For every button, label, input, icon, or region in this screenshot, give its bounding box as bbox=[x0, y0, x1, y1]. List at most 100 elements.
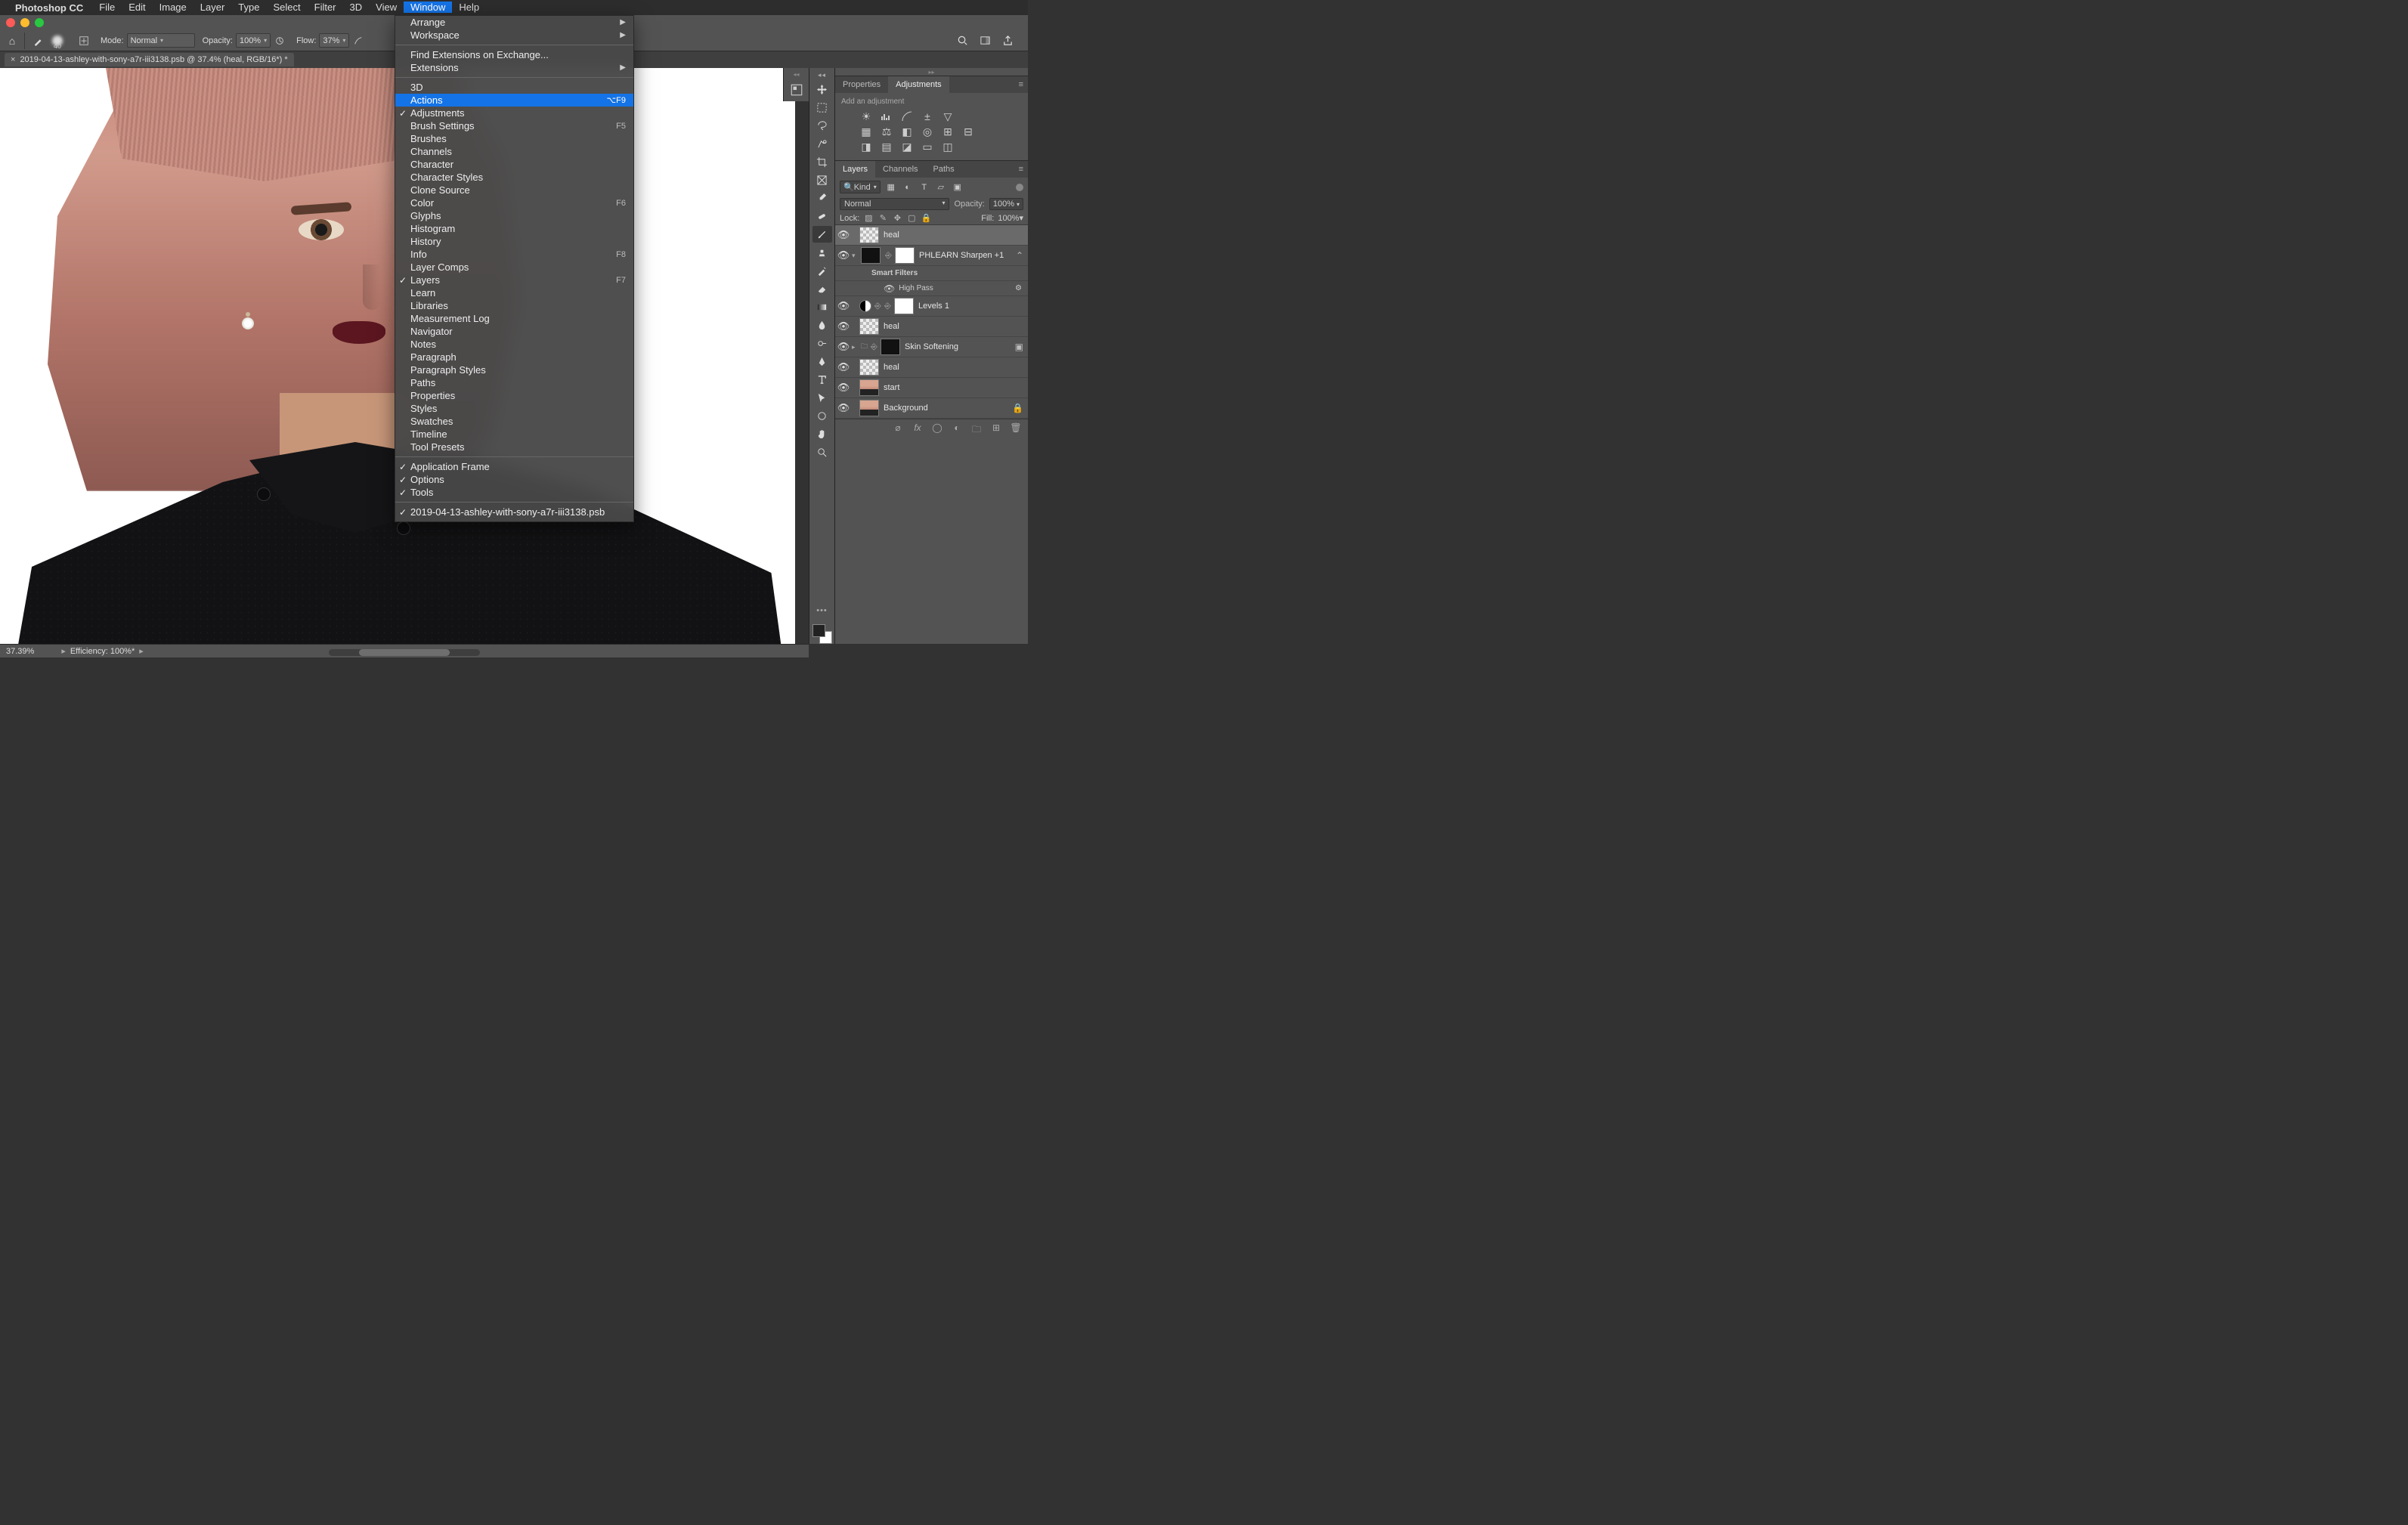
layer-row[interactable]: 👁⎆⎆Levels 1 bbox=[835, 296, 1028, 317]
menu-item-arrange[interactable]: Arrange▶ bbox=[395, 16, 633, 29]
channel-mixer-icon[interactable]: ⊞ bbox=[941, 125, 955, 138]
workspace-switcher-icon[interactable] bbox=[980, 35, 995, 46]
menu-item-measurement-log[interactable]: Measurement Log bbox=[395, 312, 633, 325]
layer-blend-mode[interactable]: Normal▾ bbox=[840, 198, 949, 210]
edit-toolbar-icon[interactable]: ••• bbox=[816, 606, 828, 615]
layer-name[interactable]: Background bbox=[884, 404, 1012, 413]
collapse-tools-icon[interactable]: ◂◂ bbox=[818, 71, 826, 79]
fill-value[interactable]: 100%▾ bbox=[998, 213, 1023, 223]
layer-mask-thumbnail[interactable] bbox=[881, 339, 900, 355]
layer-opacity-value[interactable]: 100%▾ bbox=[989, 198, 1023, 210]
collapse-panels-icon[interactable]: ▸▸ bbox=[835, 68, 1028, 76]
curves-icon[interactable] bbox=[900, 110, 914, 122]
menu-3d[interactable]: 3D bbox=[343, 2, 370, 13]
menu-item-application-frame[interactable]: ✓Application Frame bbox=[395, 460, 633, 473]
menu-item-brushes[interactable]: Brushes bbox=[395, 132, 633, 145]
blur-tool[interactable] bbox=[812, 317, 832, 333]
color-swatches[interactable] bbox=[812, 624, 832, 644]
share-icon[interactable] bbox=[1002, 35, 1017, 46]
minimize-window-button[interactable] bbox=[20, 18, 29, 27]
menu-window[interactable]: Window bbox=[404, 2, 452, 13]
brush-tool[interactable] bbox=[812, 226, 832, 243]
layer-mask-icon[interactable]: ◯ bbox=[931, 422, 943, 438]
balance-icon[interactable]: ⚖ bbox=[880, 125, 893, 138]
menu-item-actions[interactable]: Actions⌥F9 bbox=[395, 94, 633, 107]
lock-pixels-icon[interactable]: ✎ bbox=[877, 213, 888, 223]
posterize-icon[interactable]: ▤ bbox=[880, 141, 893, 153]
smart-object-collapse-icon[interactable]: ⌃ bbox=[1016, 250, 1023, 261]
filter-shape-icon[interactable]: ▱ bbox=[935, 182, 947, 192]
tab-adjustments[interactable]: Adjustments bbox=[888, 76, 949, 93]
path-select-tool[interactable] bbox=[812, 389, 832, 406]
menu-item-info[interactable]: InfoF8 bbox=[395, 248, 633, 261]
close-tab-icon[interactable]: × bbox=[11, 55, 15, 64]
layer-mask-thumbnail[interactable] bbox=[895, 247, 915, 264]
layer-fx-icon[interactable]: fx bbox=[912, 422, 924, 438]
filter-smart-icon[interactable]: ▣ bbox=[952, 182, 964, 192]
menu-item-histogram[interactable]: Histogram bbox=[395, 222, 633, 235]
hue-icon[interactable]: ▦ bbox=[859, 125, 873, 138]
filter-pixel-icon[interactable]: ▦ bbox=[885, 182, 897, 192]
levels-icon[interactable] bbox=[880, 110, 893, 122]
menu-item-workspace[interactable]: Workspace▶ bbox=[395, 29, 633, 42]
menu-item-swatches[interactable]: Swatches bbox=[395, 415, 633, 428]
layer-row[interactable]: 👁Background🔒 bbox=[835, 398, 1028, 419]
menu-item-color[interactable]: ColorF6 bbox=[395, 196, 633, 209]
menu-filter[interactable]: Filter bbox=[308, 2, 343, 13]
flow-dropdown[interactable]: 37%▾ bbox=[319, 33, 349, 48]
history-brush-tool[interactable] bbox=[812, 262, 832, 279]
menu-item-history[interactable]: History bbox=[395, 235, 633, 248]
clone-stamp-tool[interactable] bbox=[812, 244, 832, 261]
layer-name[interactable]: heal bbox=[884, 230, 1023, 240]
new-adjustment-icon[interactable]: ◐ bbox=[951, 422, 963, 438]
layer-thumbnail[interactable] bbox=[859, 227, 879, 243]
layer-fx-indicator[interactable]: ▣ bbox=[1015, 342, 1023, 352]
layer-thumbnail[interactable] bbox=[859, 379, 879, 396]
menu-item-libraries[interactable]: Libraries bbox=[395, 299, 633, 312]
menu-item-character-styles[interactable]: Character Styles bbox=[395, 171, 633, 184]
crop-tool[interactable] bbox=[812, 153, 832, 170]
layer-row[interactable]: 👁heal bbox=[835, 225, 1028, 246]
home-button[interactable]: ⌂ bbox=[5, 35, 20, 47]
menu-item-clone-source[interactable]: Clone Source bbox=[395, 184, 633, 196]
menu-item-layers[interactable]: ✓LayersF7 bbox=[395, 274, 633, 286]
gradient-map-icon[interactable]: ▭ bbox=[921, 141, 934, 153]
exposure-icon[interactable]: ± bbox=[921, 110, 934, 122]
marquee-tool[interactable] bbox=[812, 99, 832, 116]
zoom-tool[interactable] bbox=[812, 444, 832, 460]
blend-mode-dropdown[interactable]: Normal▾ bbox=[127, 33, 195, 48]
invert-icon[interactable]: ◨ bbox=[859, 141, 873, 153]
lock-position-icon[interactable]: ✥ bbox=[892, 213, 902, 223]
menu-file[interactable]: File bbox=[92, 2, 122, 13]
dodge-tool[interactable] bbox=[812, 335, 832, 351]
eyedropper-tool[interactable] bbox=[812, 190, 832, 206]
tool-preset-picker[interactable] bbox=[31, 33, 46, 48]
layer-disclosure-icon[interactable]: ▸ bbox=[852, 343, 859, 351]
menu-image[interactable]: Image bbox=[153, 2, 193, 13]
brightness-icon[interactable]: ☀ bbox=[859, 110, 873, 122]
layer-lock-icon[interactable]: 🔒 bbox=[1012, 403, 1023, 413]
layer-thumbnail[interactable] bbox=[859, 359, 879, 376]
layer-name[interactable]: Levels 1 bbox=[918, 302, 1023, 311]
delete-layer-icon[interactable]: 🗑 bbox=[1010, 422, 1022, 438]
layer-row[interactable]: 👁heal bbox=[835, 317, 1028, 337]
layer-disclosure-icon[interactable]: ▾ bbox=[852, 252, 859, 260]
color-lookup-icon[interactable]: ⊟ bbox=[961, 125, 975, 138]
menu-item-paths[interactable]: Paths bbox=[395, 376, 633, 389]
layer-mask-thumbnail[interactable] bbox=[894, 298, 914, 314]
layer-name[interactable]: PHLEARN Sharpen +1 bbox=[919, 251, 1016, 260]
document-tab[interactable]: × 2019-04-13-ashley-with-sony-a7r-iii313… bbox=[5, 53, 294, 67]
new-group-icon[interactable]: 🗀 bbox=[970, 422, 983, 438]
menu-item-styles[interactable]: Styles bbox=[395, 402, 633, 415]
layer-visibility-icon[interactable]: 👁 bbox=[835, 341, 852, 353]
quick-select-tool[interactable] bbox=[812, 135, 832, 152]
lock-transparent-icon[interactable]: ▨ bbox=[863, 213, 874, 223]
layer-thumbnail[interactable] bbox=[861, 247, 881, 264]
efficiency-readout[interactable]: Efficiency: 100%* bbox=[70, 647, 135, 656]
menu-item-channels[interactable]: Channels bbox=[395, 145, 633, 158]
pen-tool[interactable] bbox=[812, 353, 832, 370]
layer-name[interactable]: start bbox=[884, 383, 1023, 392]
close-window-button[interactable] bbox=[6, 18, 15, 27]
layer-row[interactable]: 👁start bbox=[835, 378, 1028, 398]
menu-item-character[interactable]: Character bbox=[395, 158, 633, 171]
